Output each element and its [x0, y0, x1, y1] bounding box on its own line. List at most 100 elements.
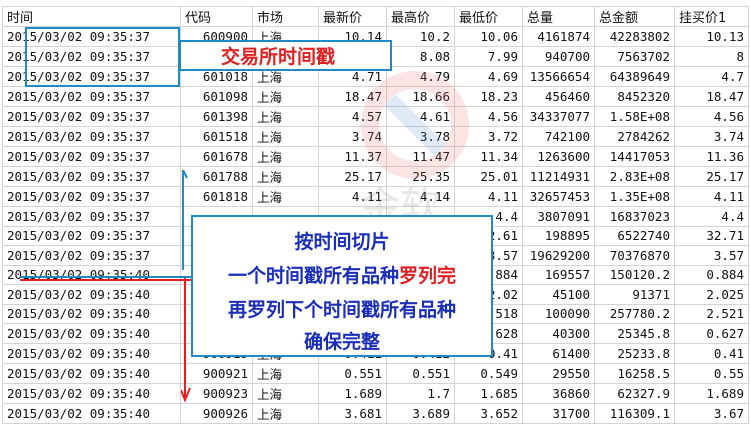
table-cell[interactable]: 601818	[180, 186, 253, 207]
table-cell[interactable]: 1263600	[522, 146, 595, 167]
table-cell[interactable]: 32657453	[522, 186, 595, 207]
table-cell[interactable]: 10.2	[386, 26, 455, 47]
table-cell[interactable]: 3.681	[318, 402, 387, 424]
table-cell[interactable]: 456460	[522, 86, 595, 107]
table-cell[interactable]: 2015/03/02 09:35:40	[2, 284, 181, 305]
table-cell[interactable]: 36860	[522, 382, 595, 404]
table-cell[interactable]: 2015/03/02 09:35:40	[2, 303, 181, 324]
table-cell[interactable]: 45100	[522, 284, 595, 305]
table-cell[interactable]: 2015/03/02 09:35:40	[2, 402, 181, 424]
table-cell[interactable]: 上海	[252, 126, 319, 147]
table-cell[interactable]: 16258.5	[594, 362, 675, 384]
table-cell[interactable]: 10.06	[454, 26, 523, 47]
table-cell[interactable]: 上海	[252, 362, 319, 384]
column-header[interactable]: 最低价	[454, 6, 523, 27]
table-cell[interactable]: 1.7	[386, 382, 455, 404]
table-cell[interactable]: 上海	[252, 86, 319, 107]
table-cell[interactable]: 8452320	[594, 86, 675, 107]
table-cell[interactable]: 198895	[522, 225, 595, 246]
table-cell[interactable]: 上海	[252, 106, 319, 127]
table-cell[interactable]: 40300	[522, 323, 595, 344]
table-cell[interactable]: 70376870	[594, 245, 675, 266]
table-cell[interactable]: 742100	[522, 126, 595, 147]
table-cell[interactable]: 7.99	[454, 46, 523, 67]
table-cell[interactable]: 2015/03/02 09:35:37	[2, 245, 181, 266]
table-cell[interactable]: 32.71	[674, 225, 749, 246]
table-cell[interactable]: 上海	[252, 186, 319, 207]
table-cell[interactable]: 2015/03/02 09:35:37	[2, 206, 181, 227]
table-cell[interactable]: 3.689	[386, 402, 455, 424]
table-cell[interactable]: 上海	[252, 402, 319, 424]
table-cell[interactable]: 601398	[180, 106, 253, 127]
table-cell[interactable]: 3.57	[674, 245, 749, 266]
table-cell[interactable]: 601788	[180, 166, 253, 187]
table-cell[interactable]: 2015/03/02 09:35:37	[2, 86, 181, 107]
table-cell[interactable]: 2015/03/02 09:35:37	[2, 186, 181, 207]
column-header[interactable]: 最新价	[318, 6, 387, 27]
table-cell[interactable]: 8.08	[386, 46, 455, 67]
table-cell[interactable]: 2015/03/02 09:35:40	[2, 382, 181, 404]
column-header[interactable]: 总金额	[594, 6, 675, 27]
table-cell[interactable]: 2.025	[674, 284, 749, 305]
table-cell[interactable]: 100090	[522, 303, 595, 324]
table-cell[interactable]: 0.884	[674, 264, 749, 285]
table-cell[interactable]: 900926	[180, 402, 253, 424]
table-cell[interactable]: 0.551	[318, 362, 387, 384]
table-cell[interactable]: 940700	[522, 46, 595, 67]
table-cell[interactable]: 601518	[180, 126, 253, 147]
table-cell[interactable]: 4161874	[522, 26, 595, 47]
table-cell[interactable]: 16837023	[594, 206, 675, 227]
table-cell[interactable]: 10.13	[674, 26, 749, 47]
table-cell[interactable]: 116309.1	[594, 402, 675, 424]
table-cell[interactable]: 25233.8	[594, 342, 675, 364]
table-cell[interactable]: 0.551	[386, 362, 455, 384]
table-cell[interactable]: 8	[674, 46, 749, 67]
table-cell[interactable]: 2784262	[594, 126, 675, 147]
table-cell[interactable]: 34337077	[522, 106, 595, 127]
table-cell[interactable]: 31700	[522, 402, 595, 424]
table-cell[interactable]: 0.627	[674, 323, 749, 344]
table-cell[interactable]: 11.36	[674, 146, 749, 167]
table-cell[interactable]: 25.17	[674, 166, 749, 187]
table-cell[interactable]: 29550	[522, 362, 595, 384]
table-cell[interactable]: 2015/03/02 09:35:40	[2, 362, 181, 384]
table-cell[interactable]: 0.549	[454, 362, 523, 384]
table-cell[interactable]: 601098	[180, 86, 253, 107]
table-cell[interactable]: 62327.9	[594, 382, 675, 404]
column-header[interactable]: 挂买价1	[674, 6, 749, 27]
table-cell[interactable]: 61400	[522, 342, 595, 364]
table-cell[interactable]: 2015/03/02 09:35:37	[2, 225, 181, 246]
table-cell[interactable]: 6522740	[594, 225, 675, 246]
table-cell[interactable]: 2.83E+08	[594, 166, 675, 187]
table-cell[interactable]: 4.11	[674, 186, 749, 207]
table-cell[interactable]: 3.74	[674, 126, 749, 147]
table-cell[interactable]: 4.56	[674, 106, 749, 127]
column-header[interactable]: 最高价	[386, 6, 455, 27]
table-cell[interactable]: 4.4	[674, 206, 749, 227]
table-cell[interactable]: 11214931	[522, 166, 595, 187]
column-header[interactable]: 时间	[2, 6, 181, 27]
table-cell[interactable]: 2015/03/02 09:35:37	[2, 166, 181, 187]
table-cell[interactable]: 1.58E+08	[594, 106, 675, 127]
table-cell[interactable]: 64389649	[594, 66, 675, 87]
table-cell[interactable]: 2015/03/02 09:35:37	[2, 126, 181, 147]
table-cell[interactable]: 上海	[252, 146, 319, 167]
table-cell[interactable]: 19629200	[522, 245, 595, 266]
table-cell[interactable]: 4.7	[674, 66, 749, 87]
table-cell[interactable]: 91371	[594, 284, 675, 305]
table-cell[interactable]: 1.689	[318, 382, 387, 404]
table-cell[interactable]: 601678	[180, 146, 253, 167]
table-cell[interactable]: 13566654	[522, 66, 595, 87]
table-cell[interactable]: 25345.8	[594, 323, 675, 344]
table-cell[interactable]: 18.47	[674, 86, 749, 107]
table-cell[interactable]: 上海	[252, 166, 319, 187]
table-cell[interactable]: 1.685	[454, 382, 523, 404]
table-cell[interactable]: 2015/03/02 09:35:40	[2, 342, 181, 364]
column-header[interactable]: 市场	[252, 6, 319, 27]
table-cell[interactable]: 1.35E+08	[594, 186, 675, 207]
table-cell[interactable]: 7563702	[594, 46, 675, 67]
table-cell[interactable]: 3.652	[454, 402, 523, 424]
table-cell[interactable]: 2.521	[674, 303, 749, 324]
table-cell[interactable]: 0.41	[674, 342, 749, 364]
table-cell[interactable]: 169557	[522, 264, 595, 285]
